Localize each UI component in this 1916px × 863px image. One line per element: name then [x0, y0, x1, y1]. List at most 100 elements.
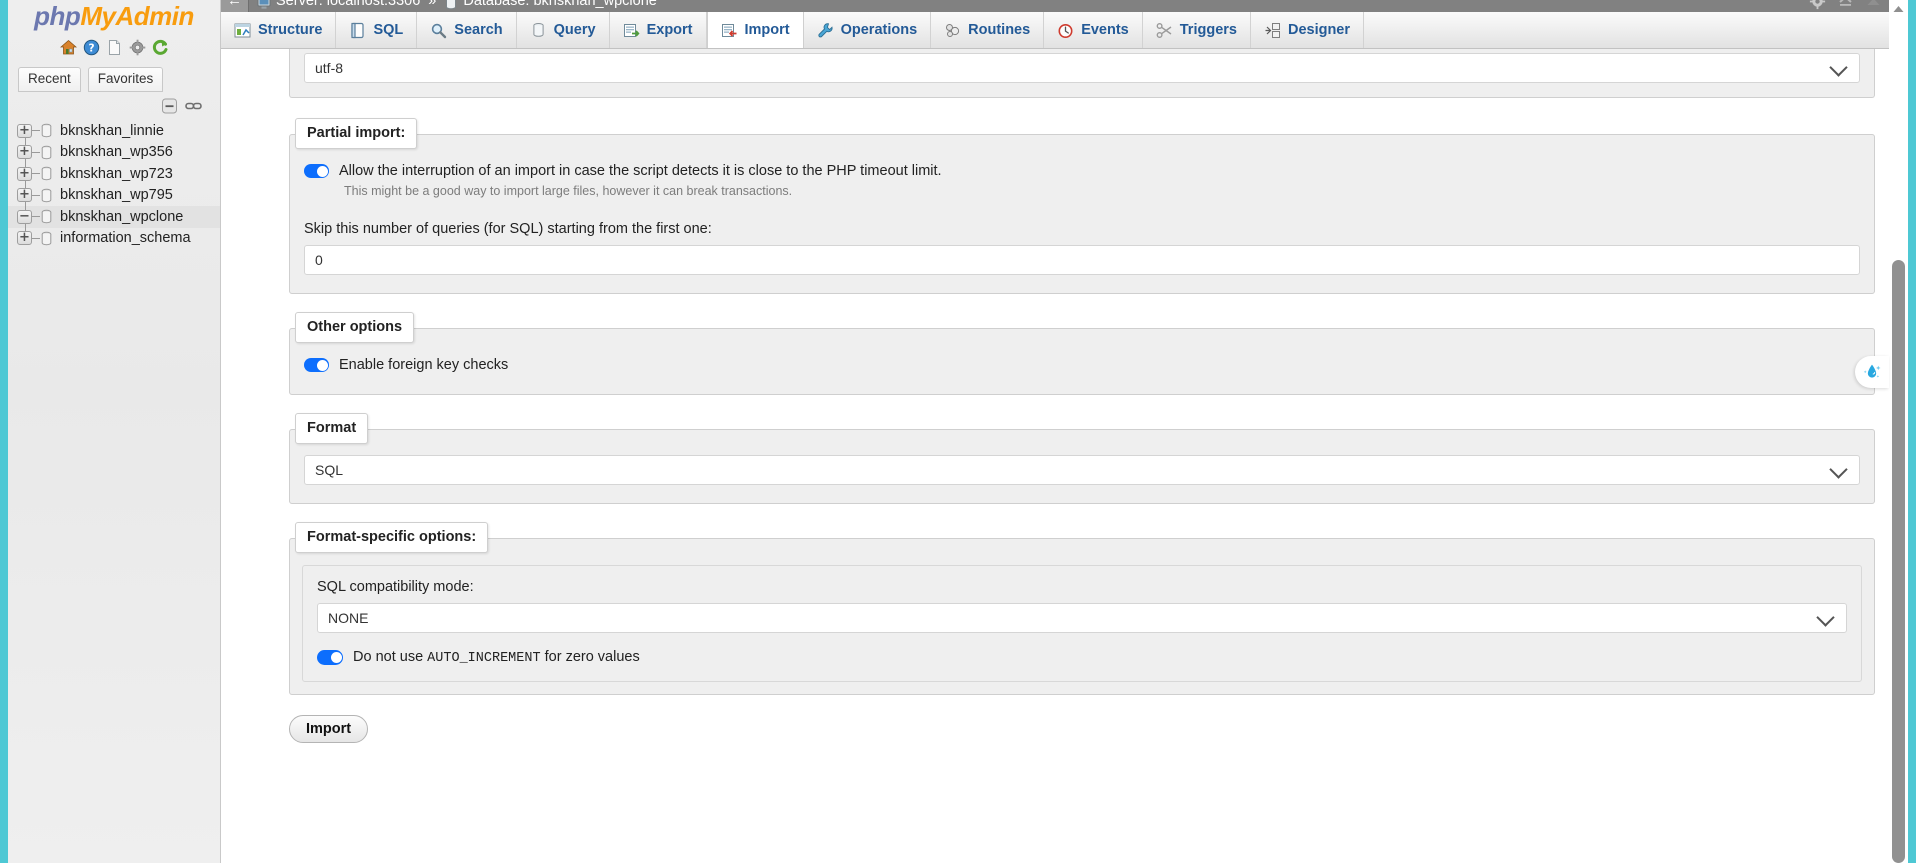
format-value: SQL	[315, 462, 343, 478]
db-tree-label: bknskhan_wpclone	[60, 209, 183, 225]
sidebar-tab-recent[interactable]: Recent	[18, 67, 81, 92]
partial-import-legend: Partial import:	[295, 118, 417, 149]
db-tree-item[interactable]: + bknskhan_wp795	[8, 185, 220, 207]
logo-php: php	[34, 1, 80, 31]
nav-tab-events[interactable]: Events	[1044, 12, 1143, 48]
help-icon[interactable]: ?	[83, 39, 100, 56]
search-icon	[430, 22, 447, 39]
main-content: utf-8 Partial import: Allow the interrup…	[221, 49, 1889, 863]
nav-tab-label: Routines	[968, 22, 1030, 38]
tree-dash	[32, 195, 40, 196]
nav-tab-export[interactable]: Export	[610, 12, 707, 48]
nav-tab-label: Events	[1081, 22, 1129, 38]
nav-tab-import[interactable]: Import	[707, 12, 804, 48]
scrollbar-thumb[interactable]	[1892, 260, 1905, 863]
sidebar-tab-favorites[interactable]: Favorites	[88, 67, 164, 92]
database-icon	[40, 188, 53, 203]
logo-my: My	[80, 1, 115, 31]
database-tree: +bknskhan_linnie+bknskhan_wp356+bknskhan…	[8, 120, 220, 249]
nav-tab-triggers[interactable]: Triggers	[1143, 12, 1251, 48]
page-scrollbar[interactable]	[1889, 0, 1908, 863]
database-icon	[40, 123, 53, 138]
nav-tab-designer[interactable]: Designer	[1251, 12, 1364, 48]
nav-tab-label: Designer	[1288, 22, 1350, 38]
tree-dash	[32, 216, 40, 217]
format-fieldset: Format SQL	[289, 429, 1875, 504]
topbar-right-icons	[1809, 0, 1882, 13]
other-options-fieldset: Other options Enable foreign key checks	[289, 328, 1875, 395]
skip-queries-input[interactable]: 0	[304, 245, 1860, 275]
allow-interrupt-row: Allow the interruption of an import in c…	[304, 161, 1860, 180]
nav-tab-label: Query	[554, 22, 596, 38]
db-tree-item[interactable]: + bknskhan_linnie	[8, 120, 220, 142]
format-select[interactable]: SQL	[304, 455, 1860, 485]
allow-interrupt-toggle[interactable]	[304, 164, 329, 178]
nav-tab-query[interactable]: Query	[517, 12, 610, 48]
charset-panel: utf-8	[289, 49, 1875, 98]
sql-options-panel: SQL compatibility mode: NONE Do not use …	[302, 565, 1862, 682]
phpmyadmin-logo[interactable]: phpMyAdmin	[8, 0, 220, 31]
expand-node-icon[interactable]: +	[17, 145, 32, 159]
auto-increment-row: Do not use AUTO_INCREMENT for zero value…	[317, 647, 1847, 668]
other-options-legend: Other options	[295, 312, 414, 343]
db-tree-item[interactable]: + information_schema	[8, 228, 220, 250]
db-tree-item[interactable]: +bknskhan_wp723	[8, 163, 220, 185]
expand-node-icon[interactable]: +	[17, 188, 32, 202]
settings-icon[interactable]	[129, 39, 146, 56]
nav-tab-search[interactable]: Search	[417, 12, 516, 48]
gear-icon[interactable]	[1809, 0, 1826, 10]
reload-icon[interactable]	[152, 39, 169, 56]
breadcrumb: ← Server: localhost:3306 » Database: bkn…	[221, 0, 1889, 13]
expand-node-icon[interactable]: +	[17, 231, 32, 245]
back-button[interactable]: ←	[221, 0, 249, 12]
nav-tab-sql[interactable]: SQL	[336, 12, 417, 48]
collapse-icon[interactable]	[1837, 0, 1854, 10]
auto-increment-suffix: for zero values	[541, 649, 640, 665]
window-edge-right	[1908, 0, 1916, 863]
expand-node-icon[interactable]: +	[17, 167, 32, 181]
format-legend: Format	[295, 413, 368, 444]
breadcrumb-separator: »	[428, 0, 436, 13]
nav-tab-label: Search	[454, 22, 502, 38]
db-tree-label: bknskhan_wp356	[60, 144, 173, 160]
home-icon[interactable]	[60, 39, 77, 56]
sql-compat-select[interactable]: NONE	[317, 603, 1847, 633]
db-tree-item[interactable]: − bknskhan_wpclone	[8, 206, 220, 228]
database-icon	[40, 209, 53, 224]
logo-admin: Admin	[115, 1, 193, 31]
foreign-key-row: Enable foreign key checks	[304, 355, 1860, 374]
designer-icon	[1264, 22, 1281, 39]
breadcrumb-server-label[interactable]: Server: localhost:3306	[276, 0, 420, 13]
server-icon	[257, 0, 271, 8]
window-edge-left	[0, 0, 8, 863]
db-tree-label: information_schema	[60, 230, 191, 246]
expand-node-icon[interactable]: +	[17, 124, 32, 138]
database-icon	[40, 231, 53, 246]
link-tables-icon[interactable]	[185, 98, 202, 114]
nav-tab-label: SQL	[373, 22, 403, 38]
doc-icon[interactable]	[106, 39, 123, 56]
foreign-key-toggle[interactable]	[304, 358, 329, 372]
format-specific-fieldset: Format-specific options: SQL compatibili…	[289, 538, 1875, 695]
auto-increment-toggle[interactable]	[317, 650, 343, 665]
scroll-up-arrow[interactable]	[1892, 1, 1905, 11]
nav-tab-structure[interactable]: Structure	[221, 12, 336, 48]
nav-tab-routines[interactable]: Routines	[931, 12, 1044, 48]
db-tree-label: bknskhan_wp795	[60, 187, 173, 203]
import-button[interactable]: Import	[289, 715, 368, 743]
structure-icon	[234, 22, 251, 39]
collapse-node-icon[interactable]: −	[17, 210, 32, 224]
nav-tabs-filler	[1364, 12, 1889, 48]
collapse-all-icon[interactable]	[161, 98, 178, 114]
droplet-sparkle-icon[interactable]	[1855, 356, 1889, 388]
scroll-top-icon[interactable]	[1865, 0, 1882, 10]
nav-tab-operations[interactable]: Operations	[804, 12, 932, 48]
breadcrumb-database-label[interactable]: Database: bknskhan_wpclone	[463, 0, 656, 13]
charset-select[interactable]: utf-8	[304, 53, 1860, 83]
db-tree-label: bknskhan_linnie	[60, 123, 164, 139]
db-tree-item[interactable]: + bknskhan_wp356	[8, 142, 220, 164]
auto-increment-code: AUTO_INCREMENT	[427, 651, 540, 666]
import-icon	[721, 22, 738, 39]
foreign-key-label: Enable foreign key checks	[339, 355, 508, 374]
operations-icon	[817, 22, 834, 39]
